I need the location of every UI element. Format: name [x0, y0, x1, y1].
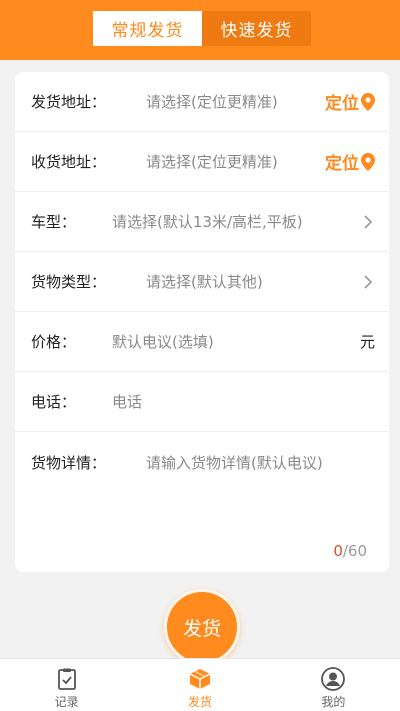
- price-row[interactable]: 价格： 默认电议(选填) 元: [15, 312, 389, 372]
- cargo-type-label: 货物类型：: [31, 273, 107, 291]
- header-bar: 常规发货 快速发货: [0, 0, 400, 60]
- phone-row[interactable]: 电话： 电话: [15, 372, 389, 432]
- origin-locate-label: 定位: [325, 94, 359, 114]
- truck-type-label: 车型：: [31, 213, 77, 231]
- cargo-details-textarea[interactable]: 请输入货物详情(默认电议): [146, 452, 375, 473]
- phone-label: 电话：: [31, 393, 77, 411]
- char-counter: 0/60: [333, 542, 367, 560]
- bottom-tab-bar: 记录 发货 我的: [0, 658, 400, 711]
- tab-regular-shipping[interactable]: 常规发货: [93, 11, 202, 46]
- location-pin-icon: [361, 152, 375, 171]
- price-unit: 元: [359, 333, 375, 351]
- tab-profile-label: 我的: [321, 695, 346, 709]
- phone-input[interactable]: 电话: [112, 391, 375, 412]
- truck-type-row[interactable]: 车型： 请选择(默认13米/高栏,平板): [15, 192, 389, 252]
- destination-address-row[interactable]: 收货地址： 请选择(定位更精准) 定位: [15, 132, 389, 192]
- cargo-details-label: 货物详情：: [31, 454, 107, 472]
- truck-type-select[interactable]: 请选择(默认13米/高栏,平板): [112, 211, 361, 232]
- origin-address-label: 发货地址：: [31, 93, 107, 111]
- cargo-details-row[interactable]: 货物详情： 请输入货物详情(默认电议) 0/60: [15, 432, 389, 572]
- destination-address-label: 收货地址：: [31, 153, 107, 171]
- cargo-type-select[interactable]: 请选择(默认其他): [146, 271, 361, 292]
- tab-ship-label: 发货: [187, 695, 212, 709]
- user-icon: [321, 667, 346, 691]
- chevron-right-icon: [364, 214, 373, 229]
- tab-quick-shipping[interactable]: 快速发货: [202, 11, 311, 46]
- price-label: 价格：: [31, 333, 77, 351]
- tab-ship[interactable]: 发货: [133, 659, 266, 711]
- destination-locate-button[interactable]: 定位: [325, 149, 375, 174]
- chevron-right-icon: [364, 274, 373, 289]
- price-input[interactable]: 默认电议(选填): [112, 331, 360, 352]
- tab-records[interactable]: 记录: [0, 659, 133, 711]
- destination-address-input[interactable]: 请选择(定位更精准): [146, 151, 325, 172]
- origin-address-row[interactable]: 发货地址： 请选择(定位更精准) 定位: [15, 72, 389, 132]
- tab-records-label: 记录: [54, 695, 79, 709]
- location-pin-icon: [361, 92, 375, 111]
- char-count: 0: [333, 542, 343, 560]
- shipping-form: 发货地址： 请选择(定位更精准) 定位 收货地址： 请选择(定位更精准) 定位 …: [15, 72, 389, 572]
- ship-mode-switch: 常规发货 快速发货: [93, 11, 311, 46]
- box-icon: [189, 669, 211, 689]
- origin-locate-button[interactable]: 定位: [325, 89, 375, 114]
- clipboard-icon: [57, 668, 76, 690]
- char-max: /60: [342, 542, 367, 560]
- tab-profile[interactable]: 我的: [267, 659, 400, 711]
- submit-shipment-button[interactable]: 发货: [164, 589, 240, 665]
- destination-locate-label: 定位: [325, 154, 359, 174]
- cargo-type-row[interactable]: 货物类型： 请选择(默认其他): [15, 252, 389, 312]
- origin-address-input[interactable]: 请选择(定位更精准): [146, 91, 325, 112]
